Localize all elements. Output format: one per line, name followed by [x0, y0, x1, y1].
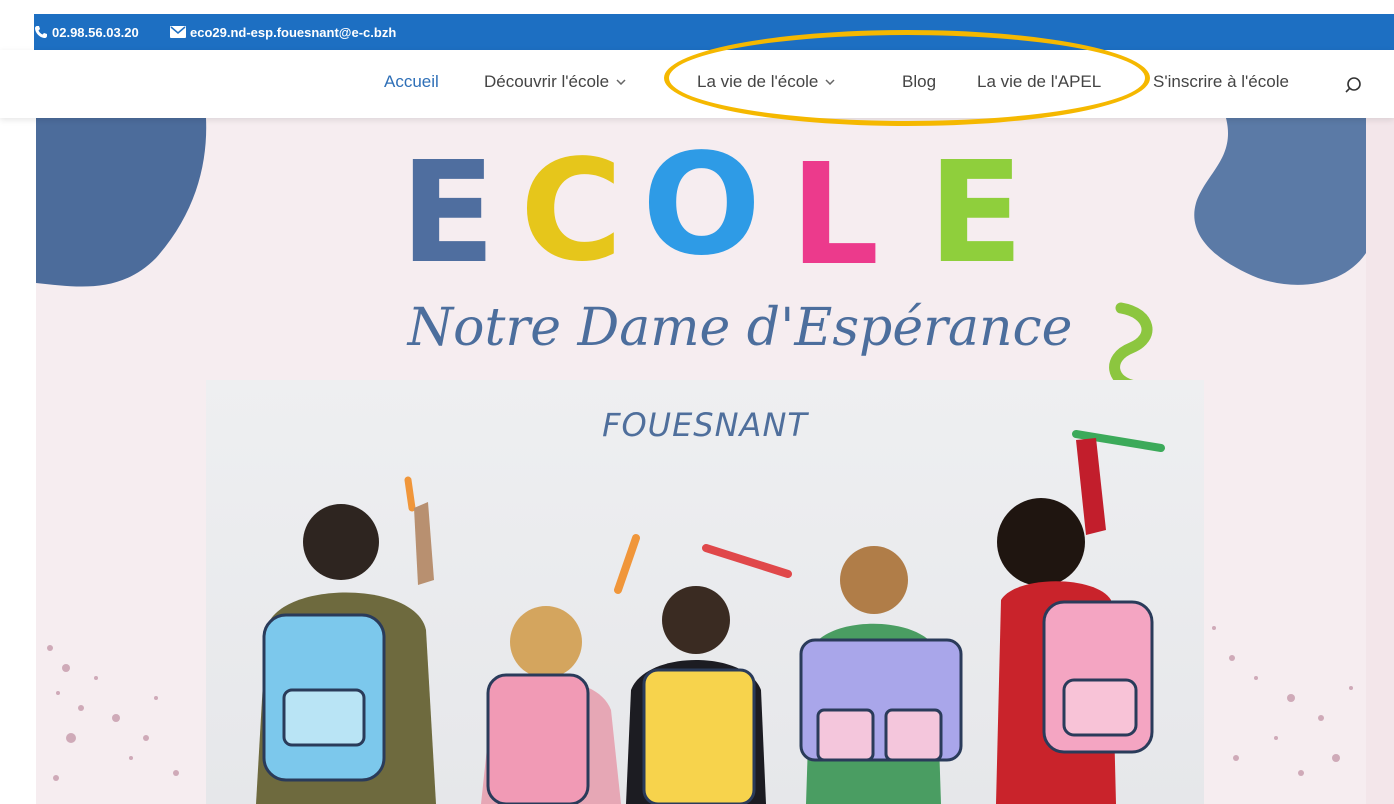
nav-label-blog: Blog [902, 72, 937, 91]
title-letter-e2: E [928, 144, 1024, 284]
child-3 [626, 586, 766, 804]
main-navigation: Accueil Découvrir l'école La vie de l'éc… [0, 50, 1394, 118]
mail-icon [170, 26, 186, 38]
child-5 [996, 438, 1154, 804]
child-4 [799, 546, 963, 804]
phone-contact[interactable]: 02.98.56.03.20 [34, 14, 139, 50]
phone-number: 02.98.56.03.20 [52, 24, 139, 40]
title-letter-o-text: O [642, 124, 762, 287]
nav-label-decouvrir: Découvrir l'école [484, 72, 610, 91]
paint-dots-left [47, 645, 179, 781]
title-letter-e2-text: E [928, 132, 1024, 295]
nav-label-vie-ecole: La vie de l'école [697, 72, 819, 91]
nav-item-inscrire[interactable]: S'inscrire à l'école [1153, 72, 1289, 92]
nav-item-accueil[interactable]: Accueil [384, 72, 439, 92]
title-letter-o: O [642, 136, 761, 276]
hero-banner: E C O L E Notre Dame d'Espérance FOUESNA… [0, 118, 1394, 804]
children-illustration [256, 430, 1165, 804]
pencil-orange-2 [614, 534, 640, 594]
email-address: eco29.nd-esp.fouesnant@e-c.bzh [190, 24, 397, 40]
nav-item-blog[interactable]: Blog [902, 72, 936, 92]
title-letter-l: L [790, 146, 879, 286]
nav-item-vie-ecole[interactable]: La vie de l'école [697, 72, 835, 92]
page-margin-left [0, 118, 36, 804]
search-icon [1345, 77, 1361, 93]
paint-dots-right [1212, 626, 1353, 776]
title-letter-c: C [520, 142, 623, 282]
title-letter-e: E [400, 144, 496, 284]
nav-item-vie-apel[interactable]: La vie de l'APEL [977, 72, 1101, 92]
nav-label-vie-apel: La vie de l'APEL [977, 72, 1102, 91]
pencil-red [702, 544, 792, 578]
child-1 [256, 502, 436, 804]
email-contact[interactable]: eco29.nd-esp.fouesnant@e-c.bzh [170, 14, 396, 50]
contact-strip: 02.98.56.03.20 eco29.nd-esp.fouesnant@e-… [34, 14, 1394, 50]
school-name-script: Notre Dame d'Espérance [407, 298, 1073, 358]
title-letter-l-text: L [790, 134, 880, 297]
child-2 [481, 606, 621, 804]
top-contact-bar: 02.98.56.03.20 eco29.nd-esp.fouesnant@e-… [0, 0, 1394, 50]
children-photo: FOUESNANT [206, 380, 1204, 804]
chevron-down-icon [616, 79, 626, 85]
chevron-down-icon [825, 79, 835, 85]
nav-label-inscrire: S'inscrire à l'école [1153, 72, 1289, 91]
nav-item-decouvrir[interactable]: Découvrir l'école [484, 72, 626, 92]
blob-top-right [1194, 118, 1366, 285]
nav-label-accueil: Accueil [384, 72, 439, 91]
title-letter-e-text: E [400, 132, 496, 295]
title-letter-c-text: C [520, 130, 623, 293]
search-button[interactable] [1344, 76, 1362, 94]
blob-top-left [36, 118, 207, 287]
page-margin-right [1366, 118, 1394, 804]
pencil-orange [404, 476, 416, 512]
phone-icon [35, 26, 47, 38]
